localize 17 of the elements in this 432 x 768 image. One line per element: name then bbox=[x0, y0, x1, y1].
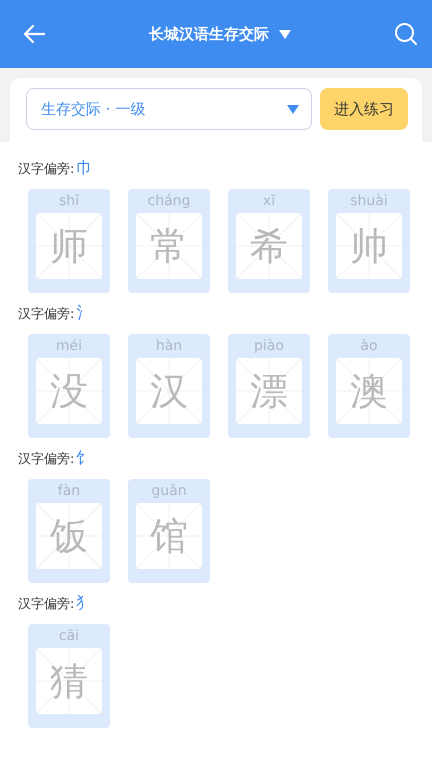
radical: 氵 bbox=[76, 303, 92, 324]
radical: 饣 bbox=[76, 448, 92, 469]
caret-icon bbox=[287, 104, 299, 114]
radical-label: 汉字偏旁: bbox=[18, 451, 74, 468]
radical: 犭 bbox=[76, 593, 92, 614]
search-button[interactable] bbox=[394, 22, 418, 46]
screen-title: 长城汉语生存交际 bbox=[149, 24, 269, 44]
radical-label: 汉字偏旁: bbox=[18, 596, 74, 613]
back-arrow-icon bbox=[22, 24, 46, 44]
radical-label: 汉字偏旁: bbox=[18, 161, 74, 178]
start-practice-button[interactable]: 进入练习 bbox=[320, 88, 408, 130]
radical-label: 汉字偏旁: bbox=[18, 306, 74, 323]
radical: 巾 bbox=[76, 158, 92, 179]
back-button[interactable] bbox=[22, 24, 46, 44]
level-dropdown[interactable]: 生存交际 · 一级 bbox=[26, 88, 312, 130]
dropdown-caret-icon[interactable] bbox=[279, 30, 291, 38]
search-icon bbox=[394, 22, 418, 46]
